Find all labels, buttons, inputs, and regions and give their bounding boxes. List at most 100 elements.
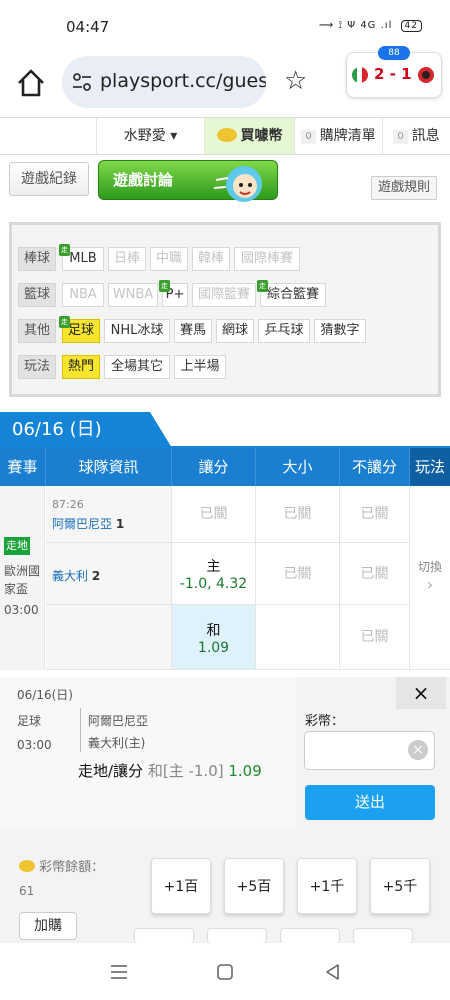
filter-panel: 棒球 走 MLB 日棒 中職 韓棒 國際棒賽 籃球 NBA WNBA 走 P+ 國際…	[9, 222, 441, 397]
team-2[interactable]: 義大利 2	[52, 567, 100, 584]
draw-odds: 1.09	[197, 640, 230, 656]
clear-icon[interactable]: ×	[408, 740, 428, 760]
team-2-name: 義大利	[52, 569, 89, 583]
filter-category-label: 籃球	[18, 283, 56, 307]
draw-label: 和	[206, 623, 221, 639]
filter-chip-number-guess[interactable]: 猜數字	[314, 319, 366, 343]
amount-button-partial[interactable]	[134, 928, 194, 944]
recents-icon[interactable]	[108, 961, 130, 983]
bet-type: 走地/讓分	[78, 762, 144, 780]
odds-cell-empty	[256, 605, 340, 670]
switch-play-button[interactable]: 切換 ›	[410, 486, 450, 670]
url-bar[interactable]: playsport.cc/gues	[62, 56, 266, 108]
filter-chip-tennis[interactable]: 網球	[216, 319, 254, 343]
balance-coin-icon	[19, 860, 35, 872]
filter-chip-nhl[interactable]: NHL冰球	[104, 319, 170, 343]
filter-category-label: 棒球	[18, 247, 56, 271]
walk-tag-icon: 走	[257, 280, 268, 292]
filter-chip-kbo[interactable]: 韓棒	[192, 247, 230, 271]
filter-chip-intl-baseball[interactable]: 國際棒賽	[234, 247, 300, 271]
amount-button-partial[interactable]	[280, 928, 340, 944]
close-icon[interactable]: ×	[396, 677, 446, 709]
filter-chip-horse-racing[interactable]: 賽馬	[174, 319, 212, 343]
odds-cell: 已關	[256, 543, 340, 605]
column-header-event: 賽事	[0, 448, 46, 486]
event-time: 03:00	[4, 603, 39, 617]
slip-bet-line: 走地/讓分 和[主 -1.0] 1.09	[78, 760, 262, 781]
balance-value: 61	[19, 884, 35, 898]
odds-cell: 已關	[340, 486, 410, 543]
filter-chip-full-other[interactable]: 全場其它	[104, 355, 170, 379]
status-bar: 04:47 ⟿ ⟟ Ψ 4G .ıl 42	[0, 0, 450, 52]
site-settings-icon[interactable]	[72, 73, 92, 91]
spread-draw-odds-selected[interactable]: 和 1.09	[172, 605, 256, 670]
filter-chip-hot[interactable]: 熱門	[62, 355, 100, 379]
amount-button-partial[interactable]	[353, 928, 413, 944]
filter-chip-first-half[interactable]: 上半場	[174, 355, 226, 379]
submit-button[interactable]: 送出	[305, 785, 435, 820]
slip-team-2: 義大利(主)	[88, 736, 146, 750]
balance-row: 彩幣餘額：	[19, 856, 104, 875]
coin-icon	[216, 128, 237, 142]
cart-link[interactable]: 0 購牌清單	[294, 118, 382, 154]
amount-button-partial[interactable]	[207, 928, 267, 944]
tab-game-record[interactable]: 遊戲紀錄	[9, 162, 89, 196]
date-header: 06/16 (日)	[0, 412, 150, 448]
filter-category-label: 玩法	[18, 355, 56, 379]
filter-chip-soccer[interactable]: 走足球	[59, 316, 100, 343]
filter-chip-mixed-basketball[interactable]: 走綜合籃賽	[257, 280, 326, 307]
filter-chip-wnba[interactable]: WNBA	[108, 283, 158, 307]
buy-more-button[interactable]: 加購	[19, 912, 77, 940]
add-100-button[interactable]: +1百	[151, 858, 211, 914]
status-time: 04:47	[66, 18, 110, 36]
filter-chip-table-tennis[interactable]: 乒乓球	[258, 319, 310, 343]
balance-label: 彩幣餘額：	[39, 860, 105, 875]
date-header-tail	[150, 412, 172, 448]
event-name: 歐洲國家盃	[4, 564, 41, 596]
user-menu[interactable]: 水野愛 ▾	[96, 118, 204, 154]
url-text: playsport.cc/gues	[100, 70, 266, 92]
cart-label: 購牌清單	[319, 128, 376, 144]
back-icon[interactable]	[322, 961, 344, 983]
filter-chip-nba[interactable]: NBA	[62, 283, 104, 307]
home-icon[interactable]	[14, 66, 48, 100]
team-1-score: 1	[115, 517, 125, 531]
coin-label: 彩幣：	[305, 714, 345, 729]
account-bar: 水野愛 ▾ 買噱幣 0 購牌清單 0 訊息	[0, 117, 450, 155]
spread-home-odds[interactable]: 主 -1.0, 4.32	[172, 543, 256, 605]
tab-game-forum-label: 遊戲討論	[113, 171, 174, 189]
team-row-3	[46, 605, 172, 670]
system-nav-bar	[0, 943, 450, 1000]
walk-tag-icon: 走	[59, 244, 70, 256]
filter-chip-mlb[interactable]: 走 MLB	[59, 244, 104, 271]
buy-coin-button[interactable]: 買噱幣	[204, 118, 294, 154]
messages-link[interactable]: 0 訊息	[382, 118, 450, 154]
battery-icon: 42	[400, 20, 422, 32]
odds-cell: 已關	[172, 486, 256, 543]
slip-time: 03:00	[17, 738, 52, 752]
filter-chip-cpbl[interactable]: 中職	[150, 247, 188, 271]
slip-team-1: 阿爾巴尼亞	[88, 714, 149, 728]
filter-chip-intl-basketball[interactable]: 國際籃賽	[192, 283, 256, 307]
filter-chip-npb[interactable]: 日棒	[108, 247, 146, 271]
live-badge: 走地	[4, 537, 30, 555]
add-1000-button[interactable]: +1千	[297, 858, 357, 914]
odds-cell: 已關	[340, 605, 410, 670]
walk-tag-icon: 走	[59, 316, 70, 328]
team-1[interactable]: 阿爾巴尼亞 1	[52, 515, 124, 532]
status-icons-text: ⟿ ⟟ Ψ 4G .ıl	[318, 20, 393, 31]
filter-chip-p-plus[interactable]: 走 P+	[159, 280, 188, 307]
switch-label: 切換	[417, 560, 442, 574]
team-row-1: 87:26 阿爾巴尼亞 1	[46, 486, 172, 543]
home-nav-icon[interactable]	[214, 961, 236, 983]
column-header-spread: 讓分	[172, 448, 256, 486]
add-500-button[interactable]: +5百	[224, 858, 284, 914]
italy-flag-icon	[352, 67, 368, 83]
tab-game-rules[interactable]: 遊戲規則	[371, 176, 437, 200]
home-odds: -1.0, 4.32	[179, 576, 248, 592]
add-5000-button[interactable]: +5千	[370, 858, 430, 914]
bookmark-star-icon[interactable]: ☆	[284, 66, 307, 96]
column-header-team-info: 球隊資訊	[46, 448, 172, 486]
team-2-score: 2	[91, 569, 101, 583]
bet-odds: 1.09	[228, 762, 262, 780]
